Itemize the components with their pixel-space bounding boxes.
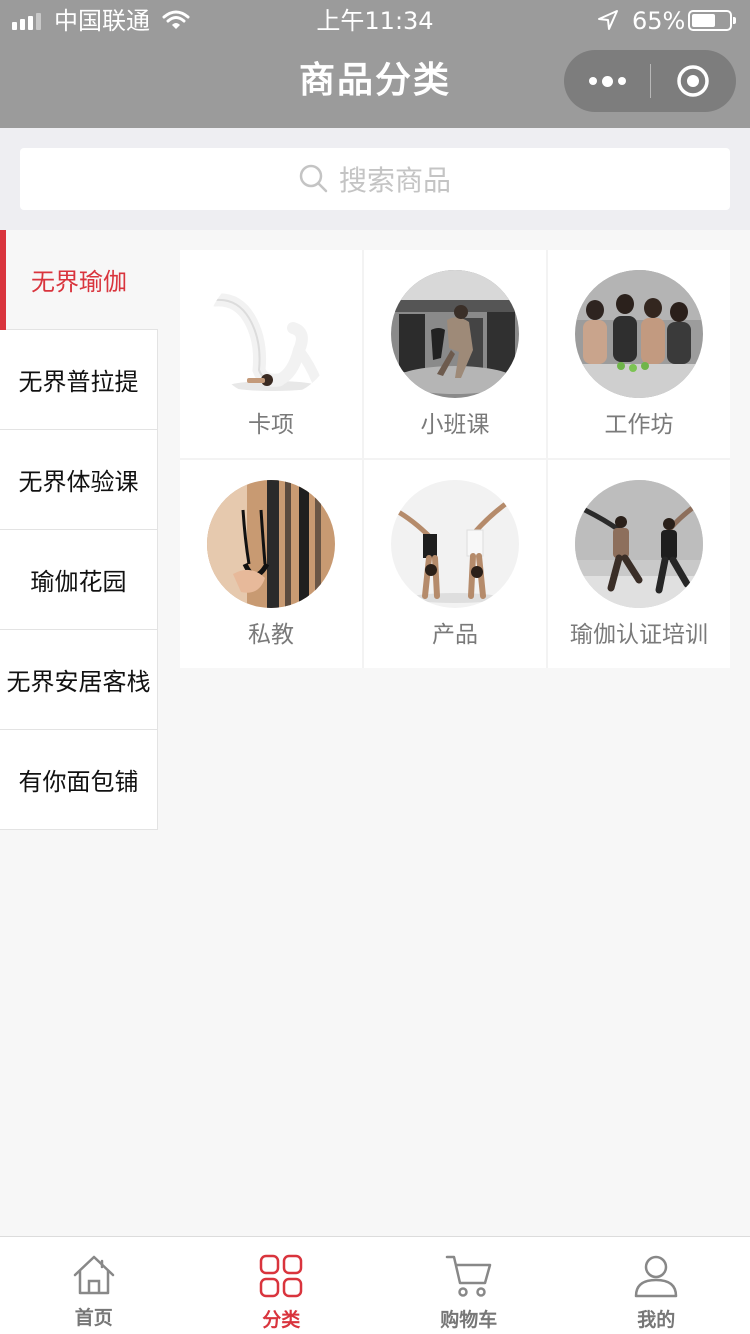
tab-label: 首页 xyxy=(74,1307,113,1329)
sidebar-item-wujie-yoga[interactable]: 无界瑜伽 xyxy=(0,230,158,330)
private-coaching-thumbnail xyxy=(207,480,335,608)
products-thumbnail xyxy=(391,480,519,608)
workshop-thumbnail xyxy=(575,270,703,398)
target-icon xyxy=(677,65,709,97)
tab-home[interactable]: 首页 xyxy=(0,1237,188,1334)
more-button[interactable] xyxy=(564,50,650,112)
tab-profile[interactable]: 我的 xyxy=(563,1237,750,1334)
sidebar-item-trial-class[interactable]: 无界体验课 xyxy=(0,430,158,530)
grid-item-products[interactable]: 产品 xyxy=(364,460,546,668)
dot-icon xyxy=(588,77,597,85)
search-bar-container: 搜索商品 xyxy=(0,128,750,230)
grid-item-label: 卡项 xyxy=(248,412,294,438)
location-arrow-icon xyxy=(596,8,620,36)
cart-icon xyxy=(445,1255,491,1297)
home-icon xyxy=(73,1255,114,1295)
bottom-tab-bar: 首页 分类 购物车 我的 xyxy=(0,1236,750,1334)
grid-item-card[interactable]: 卡项 xyxy=(180,250,362,458)
mini-program-capsule xyxy=(564,50,736,112)
grid-item-private-coaching[interactable]: 私教 xyxy=(180,460,362,668)
grid-item-label: 瑜伽认证培训 xyxy=(570,622,708,648)
grid-item-yoga-certification[interactable]: 瑜伽认证培训 xyxy=(548,460,730,668)
sidebar-item-inn[interactable]: 无界安居客栈 xyxy=(0,630,158,730)
grid-item-label: 小班课 xyxy=(420,412,490,438)
dot-icon xyxy=(601,75,613,87)
battery-percent: 65% xyxy=(632,7,686,35)
sidebar-item-yoga-garden[interactable]: 瑜伽花园 xyxy=(0,530,158,630)
category-sidebar: 无界瑜伽 无界普拉提 无界体验课 瑜伽花园 无界安居客栈 有你面包铺 xyxy=(0,230,160,830)
tab-cart[interactable]: 购物车 xyxy=(375,1237,563,1334)
grid-item-workshop[interactable]: 工作坊 xyxy=(548,250,730,458)
search-icon xyxy=(299,164,328,193)
close-button[interactable] xyxy=(650,50,736,112)
tab-label: 购物车 xyxy=(440,1309,498,1331)
tab-category[interactable]: 分类 xyxy=(188,1237,376,1334)
grid-item-label: 工作坊 xyxy=(604,412,674,438)
yoga-certification-thumbnail xyxy=(575,480,703,608)
grid-item-label: 私教 xyxy=(248,622,294,648)
search-input[interactable]: 搜索商品 xyxy=(20,148,730,210)
grid-item-label: 产品 xyxy=(432,622,478,648)
grid-item-small-class[interactable]: 小班课 xyxy=(364,250,546,458)
dot-icon xyxy=(617,77,626,85)
search-placeholder: 搜索商品 xyxy=(338,164,451,197)
tab-label: 分类 xyxy=(262,1309,301,1331)
battery-icon xyxy=(688,10,736,31)
subcategory-grid: 卡项 小班课 工作坊 私教 产品 瑜伽认证培训 xyxy=(180,250,730,668)
sidebar-item-wujie-pilates[interactable]: 无界普拉提 xyxy=(0,330,158,430)
tab-label: 我的 xyxy=(637,1309,676,1331)
small-class-thumbnail xyxy=(391,270,519,398)
header: 中国联通 上午11:34 65% 商品分类 xyxy=(0,0,750,128)
status-bar: 中国联通 上午11:34 65% xyxy=(0,0,750,40)
sidebar-item-bakery[interactable]: 有你面包铺 xyxy=(0,730,158,830)
user-icon xyxy=(635,1255,678,1298)
category-icon xyxy=(260,1254,303,1298)
card-thumbnail xyxy=(207,270,335,398)
